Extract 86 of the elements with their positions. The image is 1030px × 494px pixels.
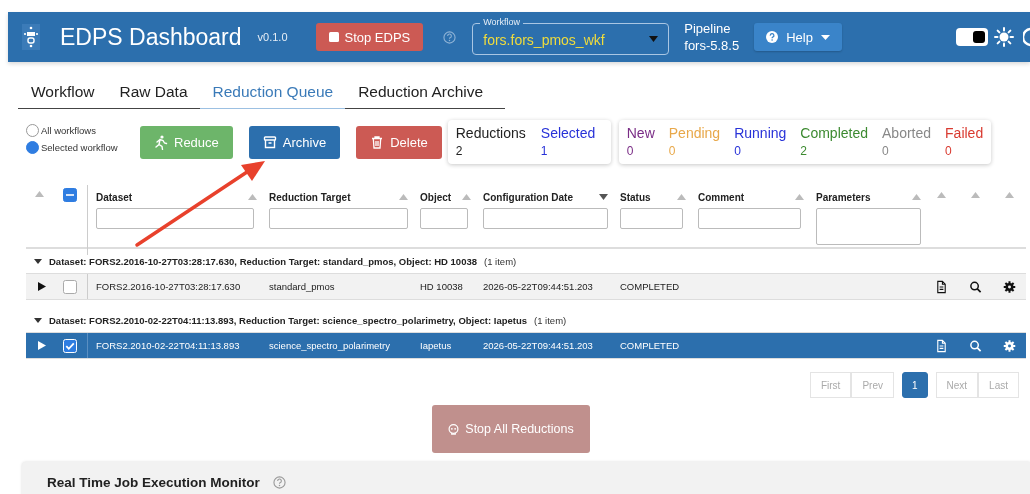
count-label: Pending — [668, 124, 721, 142]
table-cell-text: 2026-05-22T09:44:51.203 — [482, 339, 594, 353]
table-cell-text: FORS2.2016-10-27T03:28:17.630 — [95, 280, 242, 294]
pipeline-version: fors-5.8.5 — [684, 37, 740, 54]
table-cell-text: FORS2.2010-02-22T04:11:13.893 — [95, 339, 241, 353]
count-value: 1 — [540, 143, 549, 160]
table-cell-text: Iapetus — [419, 339, 453, 353]
radio-option[interactable]: Selected workflow — [26, 141, 140, 154]
caret-icon — [820, 34, 830, 40]
tab[interactable]: Reduction Queue — [199, 76, 346, 109]
table-row[interactable]: FORS2.2016-10-27T03:28:17.630 standard_pmos HD 10038 2026-05-22T09:44:51.203 COMPLETED — [26, 274, 1026, 300]
count-value: 0 — [626, 143, 635, 160]
filter-field[interactable] — [816, 208, 921, 245]
app-title: EDPS Dashboard — [60, 23, 242, 51]
row-checkbox[interactable] — [62, 279, 77, 294]
group-count: (1 item) — [534, 314, 567, 326]
help-button[interactable]: Help — [754, 23, 842, 51]
stop-edps-button[interactable]: Stop EDPS — [315, 23, 424, 51]
reduce-button[interactable]: Reduce — [140, 126, 233, 159]
logo-icon — [22, 24, 40, 50]
collapse-icon[interactable] — [34, 316, 42, 324]
count-value: 2 — [455, 143, 464, 160]
column-header: Status — [620, 191, 651, 203]
count-label: Failed — [945, 124, 984, 142]
count-label: Aborted — [882, 124, 932, 142]
search-icon[interactable] — [968, 279, 982, 294]
sort-icon[interactable] — [599, 194, 608, 200]
count-value: 0 — [945, 143, 953, 160]
radio-option[interactable]: All workflows — [26, 124, 140, 137]
filter-field[interactable] — [420, 208, 468, 229]
column-header: Reduction Target — [269, 191, 351, 203]
table-cell-text: HD 10038 — [419, 280, 464, 294]
archive-button[interactable]: Archive — [248, 126, 341, 159]
column-header: Comment — [698, 191, 745, 203]
expand-icon — [38, 282, 46, 291]
settings-icon[interactable] — [1002, 279, 1016, 294]
version-label: v0.1.0 — [257, 31, 288, 43]
count-label: New — [626, 124, 655, 142]
count-value: 0 — [882, 143, 890, 160]
pipeline-label: Pipeline — [684, 20, 732, 37]
count-label: Running — [734, 124, 787, 142]
delete-button[interactable]: Delete — [356, 126, 442, 159]
count-label: Reductions — [455, 124, 526, 142]
trash-icon — [370, 135, 385, 150]
question-icon — [766, 31, 779, 43]
theme-toggle[interactable] — [956, 28, 988, 46]
filter-field[interactable] — [698, 208, 801, 229]
table-cell-text: standard_pmos — [268, 280, 336, 294]
group-heading: Dataset: FORS2.2010-02-22T04:11:13.893, Reduction Target: science_spectro_polarimetry, Object: Iapetus — [49, 314, 527, 326]
select-all-checkbox[interactable] — [62, 188, 77, 202]
page-button[interactable]: 1 — [901, 372, 928, 398]
field-label: Workflow — [480, 17, 524, 28]
archive-box-icon — [262, 135, 277, 150]
filter-field[interactable] — [96, 208, 254, 229]
column-header: Object — [420, 191, 452, 203]
tab[interactable]: Reduction Archive — [345, 76, 496, 109]
collapse-icon[interactable] — [34, 257, 42, 265]
filter-field[interactable] — [483, 208, 608, 229]
tab[interactable]: Workflow — [18, 76, 107, 109]
help-icon — [272, 475, 286, 489]
count-value: 0 — [734, 143, 742, 160]
document-icon[interactable] — [935, 279, 948, 294]
table-cell-text: COMPLETED — [619, 339, 681, 353]
help-icon — [443, 30, 457, 44]
group-heading: Dataset: FORS2.2016-10-27T03:28:17.630, Reduction Target: standard_pmos, Object: HD 10038 — [49, 255, 477, 267]
filter-field[interactable] — [620, 208, 683, 229]
table-cell-text: science_spectro_polarimetry — [268, 339, 391, 353]
group-count: (1 item) — [484, 255, 517, 267]
filter-field[interactable] — [269, 208, 408, 229]
count-value: 2 — [800, 143, 808, 160]
column-header: Parameters — [816, 191, 871, 203]
skull-icon — [448, 423, 460, 435]
panel-title: Real Time Job Execution Monitor — [47, 474, 260, 490]
count-label: Completed — [800, 124, 868, 142]
table-cell-text: COMPLETED — [619, 280, 681, 294]
table-cell-text: 2026-05-22T09:44:51.203 — [482, 280, 594, 294]
column-header: Dataset — [96, 191, 133, 203]
running-figure-icon — [154, 135, 168, 150]
tab[interactable]: Raw Data — [106, 76, 200, 109]
count-value: 0 — [668, 143, 677, 160]
sun-icon — [993, 26, 1015, 48]
expand-icon — [38, 341, 46, 350]
count-label: Selected — [540, 124, 596, 142]
stop-icon — [328, 32, 339, 42]
caret-icon — [649, 36, 659, 42]
column-header: Configuration Date — [483, 191, 573, 203]
